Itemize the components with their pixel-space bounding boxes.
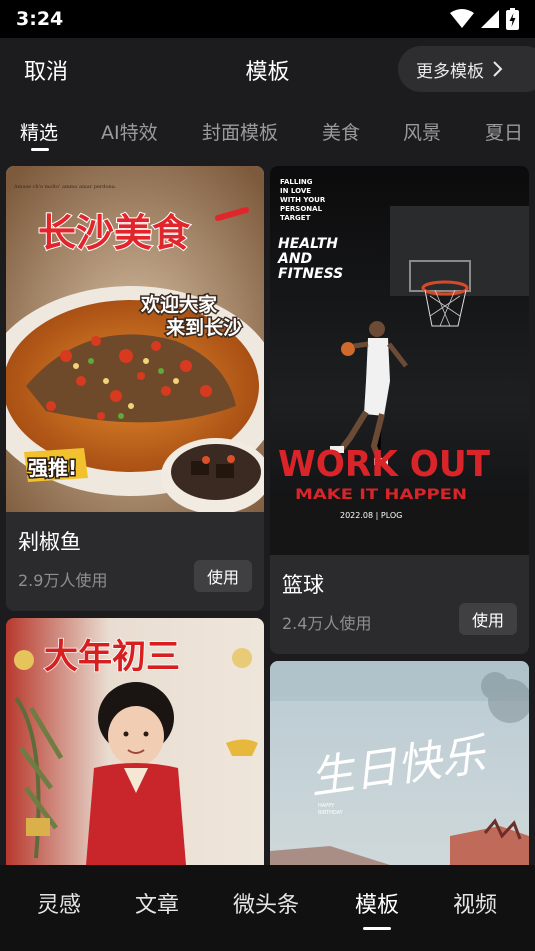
nav-videos[interactable]: 视频 <box>453 887 497 919</box>
svg-text:AND: AND <box>277 251 312 267</box>
poster-small-text: Amuse ch'e molto' ammo amar perdona. <box>13 184 117 190</box>
chevron-right-icon <box>493 61 503 77</box>
template-thumbnail: 生日快乐 HAPPY BIRTHDAY <box>270 661 529 865</box>
poster-headline: WORK OUT <box>278 444 490 485</box>
svg-text:HEALTH: HEALTH <box>278 236 338 252</box>
status-time: 3:24 <box>16 8 64 30</box>
bottom-nav: 灵感 文章 微头条 模板 视频 <box>0 865 535 951</box>
header: 取消 模板 更多模板 <box>0 38 535 100</box>
nav-templates[interactable]: 模板 <box>355 887 399 919</box>
tab-ai-effects[interactable]: AI特效 <box>101 118 158 145</box>
nav-micro-posts[interactable]: 微头条 <box>233 887 299 919</box>
nav-articles[interactable]: 文章 <box>135 887 179 919</box>
active-nav-indicator <box>363 927 391 930</box>
battery-charging-icon <box>506 8 519 30</box>
status-bar: 3:24 <box>0 0 535 38</box>
use-template-button[interactable]: 使用 <box>459 603 517 635</box>
template-usage-count: 2.4万人使用 <box>282 614 372 633</box>
more-templates-button[interactable]: 更多模板 <box>398 46 535 92</box>
wifi-icon <box>450 9 474 28</box>
cancel-button[interactable]: 取消 <box>24 54 68 86</box>
template-thumbnail: 大年初三 <box>6 618 264 865</box>
poster-headline: 大年初三 <box>44 637 180 677</box>
poster-small-text: HAPPY <box>318 803 335 809</box>
poster-badge: 强推! <box>28 456 77 480</box>
template-card[interactable]: FALLING IN LOVE WITH YOUR PERSONAL TARGE… <box>270 166 529 654</box>
tab-scenery[interactable]: 风景 <box>403 118 441 145</box>
template-title: 剁椒鱼 <box>18 530 81 554</box>
category-tabs: 精选 AI特效 封面模板 美食 风景 夏日 <box>0 100 535 160</box>
poster-small-text: BIRTHDAY <box>318 810 344 816</box>
birthday-poster-image: 生日快乐 HAPPY BIRTHDAY <box>270 661 529 865</box>
basketball-poster-image: FALLING IN LOVE WITH YOUR PERSONAL TARGE… <box>270 166 529 555</box>
signal-icon <box>481 10 499 28</box>
svg-text:IN LOVE: IN LOVE <box>280 187 311 195</box>
template-card[interactable]: 生日快乐 HAPPY BIRTHDAY <box>270 661 529 865</box>
poster-tagline-2: 来到长沙 <box>166 317 242 339</box>
new-year-poster-image: 大年初三 <box>6 618 264 865</box>
poster-tagline-1: 欢迎大家 <box>140 293 218 316</box>
food-poster-image: Amuse ch'e molto' ammo amar perdona. 长沙美… <box>6 166 264 512</box>
use-template-button[interactable]: 使用 <box>194 560 252 592</box>
svg-text:FITNESS: FITNESS <box>278 266 343 282</box>
status-icons <box>450 8 519 30</box>
poster-footer: 2022.08 | PLOG <box>340 511 402 520</box>
template-thumbnail: FALLING IN LOVE WITH YOUR PERSONAL TARGE… <box>270 166 529 555</box>
tab-summer[interactable]: 夏日 <box>485 118 523 145</box>
svg-text:WITH YOUR: WITH YOUR <box>280 196 326 204</box>
poster-headline: 长沙美食 <box>38 211 191 255</box>
tab-food[interactable]: 美食 <box>322 118 360 145</box>
svg-text:FALLING: FALLING <box>280 178 313 186</box>
poster-subline: MAKE IT HAPPEN <box>295 487 467 503</box>
svg-text:PERSONAL: PERSONAL <box>280 205 323 213</box>
template-title: 篮球 <box>282 573 324 597</box>
nav-inspiration[interactable]: 灵感 <box>37 887 81 919</box>
template-card[interactable]: Amuse ch'e molto' ammo amar perdona. 长沙美… <box>6 166 264 611</box>
more-templates-label: 更多模板 <box>416 61 484 82</box>
svg-text:TARGET: TARGET <box>280 214 311 222</box>
template-card[interactable]: 大年初三 <box>6 618 264 865</box>
template-thumbnail: Amuse ch'e molto' ammo amar perdona. 长沙美… <box>6 166 264 512</box>
active-tab-indicator <box>31 148 49 151</box>
tab-featured[interactable]: 精选 <box>20 118 58 145</box>
template-usage-count: 2.9万人使用 <box>18 571 108 590</box>
tab-cover-templates[interactable]: 封面模板 <box>202 118 278 145</box>
